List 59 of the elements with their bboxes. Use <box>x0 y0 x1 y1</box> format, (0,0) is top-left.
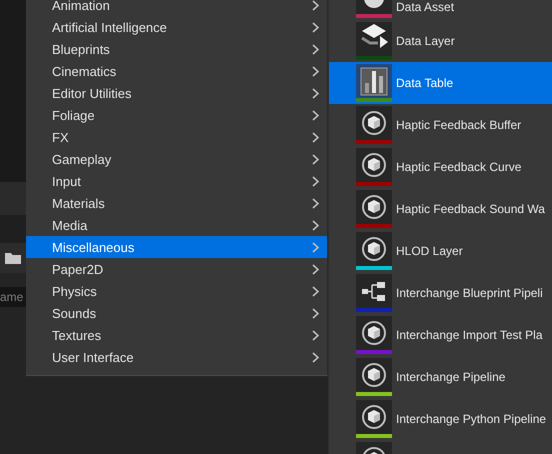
input-field[interactable]: ame <box>0 287 26 307</box>
chevron-icon <box>312 132 319 142</box>
menu-item[interactable]: Data Layer <box>329 20 552 62</box>
chevron-icon <box>312 242 319 252</box>
chevron-icon <box>312 22 319 32</box>
chevron-icon <box>312 220 319 230</box>
folder-icon[interactable] <box>5 252 21 264</box>
menu-item[interactable]: Haptic Feedback Buffer <box>329 104 552 146</box>
menu-item[interactable]: Data Table <box>329 62 552 104</box>
chevron-icon <box>312 308 319 318</box>
layers-icon <box>361 24 388 48</box>
menu-item[interactable]: Miscellaneous <box>26 236 327 258</box>
menu-item[interactable]: Interchange Pipeline <box>329 356 552 398</box>
cube-icon <box>362 111 386 135</box>
cube-icon <box>362 153 386 177</box>
menu-item[interactable]: HLOD Layer <box>329 230 552 272</box>
menu-item[interactable]: Textures <box>26 324 327 346</box>
chevron-icon <box>312 352 319 362</box>
menu-item[interactable]: Physics <box>26 280 327 302</box>
pie-icon <box>364 0 384 8</box>
chevron-icon <box>312 286 319 296</box>
menu-item[interactable]: Artificial Intelligence <box>26 16 327 38</box>
menu-item[interactable]: Gameplay <box>26 148 327 170</box>
menu-item[interactable]: Foliage <box>26 104 327 126</box>
cube-icon <box>362 321 386 345</box>
menu-item[interactable]: Interchange Blueprint Pipeli <box>329 272 552 314</box>
chevron-icon <box>312 198 319 208</box>
menu-item[interactable]: Haptic Feedback Sound Wa <box>329 188 552 230</box>
menu-item[interactable]: Haptic Feedback Curve <box>329 146 552 188</box>
menu-item[interactable]: Editor Utilities <box>26 82 327 104</box>
chevron-icon <box>312 0 319 10</box>
cube-icon <box>362 363 386 387</box>
chevron-icon <box>312 264 319 274</box>
menu-item[interactable]: Interchange Python Pipeline <box>329 398 552 440</box>
chevron-icon <box>312 66 319 76</box>
cube-icon <box>362 447 386 454</box>
menu-item[interactable]: Sounds <box>26 302 327 324</box>
menu-item[interactable]: FX <box>26 126 327 148</box>
menu-item[interactable]: User Interface <box>26 346 327 368</box>
menu-item[interactable]: Data Asset <box>329 0 552 20</box>
menu-item[interactable]: Input <box>26 170 327 192</box>
cube-icon <box>362 405 386 429</box>
chevron-icon <box>312 88 319 98</box>
menu-item[interactable]: Cinematics <box>26 60 327 82</box>
menu-item[interactable]: Media <box>26 214 327 236</box>
chevron-icon <box>312 44 319 54</box>
menu-item[interactable]: Paper2D <box>26 258 327 280</box>
bar-chart-icon <box>360 68 388 96</box>
node-graph-icon <box>362 282 385 301</box>
menu-item[interactable]: Interchange Import Test Pla <box>329 314 552 356</box>
chevron-icon <box>312 330 319 340</box>
cube-icon <box>362 237 386 261</box>
chevron-icon <box>312 110 319 120</box>
chevron-icon <box>312 176 319 186</box>
chevron-icon <box>312 154 319 164</box>
menu-item[interactable]: Materials <box>26 192 327 214</box>
menu-item[interactable]: Blueprints <box>26 38 327 60</box>
menu-item[interactable]: Animation <box>26 0 327 16</box>
cube-icon <box>362 195 386 219</box>
